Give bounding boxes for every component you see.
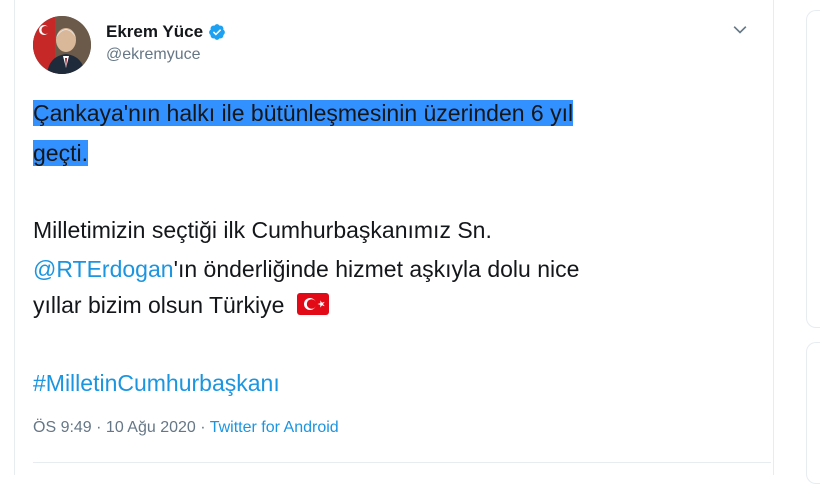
tweet-text-fragment: 'ın önderliğinde hizmet aşkıyla dolu nic… [173,256,580,282]
meta-separator: · [91,419,106,436]
hashtag-link[interactable]: #MilletinCumhurbaşkanı [33,370,280,396]
tweet-date[interactable]: 10 Ağu 2020 [106,419,196,436]
selected-text: geçti. [33,140,88,166]
meta-separator: · [195,419,210,436]
verified-badge-icon [209,24,225,40]
tweet-card: Ekrem Yüce @ekremyuce Çankaya'nın halkı … [14,0,774,475]
sidebar-card [806,342,820,484]
tweet-source-link[interactable]: Twitter for Android [210,419,339,436]
author-name[interactable]: Ekrem Yüce [106,22,203,42]
tweet-text-line-1: Çankaya'nın halkı ile bütünleşmesinin üz… [33,96,574,131]
chevron-down-icon[interactable] [730,20,750,40]
author-avatar[interactable] [33,16,91,74]
turkey-flag-emoji [296,293,329,315]
tweet-meta: ÖS 9:49 · 10 Ağu 2020 · Twitter for Andr… [33,419,339,437]
sidebar-card [806,10,820,328]
tweet-text-line-6: #MilletinCumhurbaşkanı [33,366,280,401]
tweet-text-line-5: yıllar bizim olsun Türkiye [33,288,329,323]
author-handle[interactable]: @ekremyuce [106,46,201,64]
right-sidebar [806,0,820,484]
tweet-text-fragment: yıllar bizim olsun Türkiye [33,292,285,318]
author-name-row[interactable]: Ekrem Yüce [106,22,226,42]
tweet-text-line-2: geçti. [33,136,88,171]
selected-text: Çankaya'nın halkı ile bütünleşmesinin üz… [33,100,574,126]
divider [33,462,771,463]
tweet-time[interactable]: ÖS 9:49 [33,419,92,436]
tweet-text-line-4: @RTErdogan'ın önderliğinde hizmet aşkıyl… [33,252,579,287]
tweet-text-line-3: Milletimizin seçtiği ilk Cumhurbaşkanımı… [33,217,492,243]
mention-link[interactable]: @RTErdogan [33,256,174,282]
